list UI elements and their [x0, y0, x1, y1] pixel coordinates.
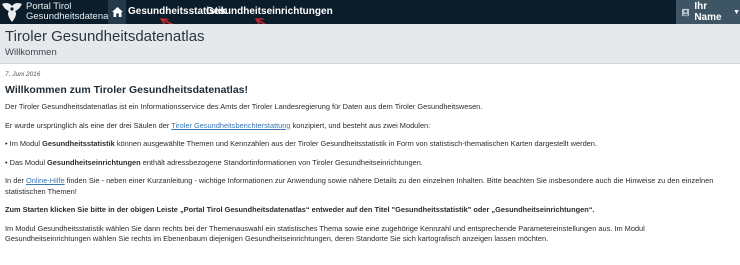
help-paragraph: In der Online-Hilfe finden Sie - neben e… — [5, 176, 730, 197]
chevron-down-icon: ▼ — [733, 8, 740, 16]
publish-date: 7. Juni 2016 — [5, 71, 41, 78]
brand-home-link[interactable]: Portal Tirol Gesundheitsdatenatlas — [0, 0, 123, 24]
berichterstattung-link[interactable]: Tiroler Gesundheitsberichterstattung — [171, 121, 290, 130]
nav-gesundheitseinrichtungen[interactable]: Gesundheitseinrichtungen — [206, 0, 333, 24]
user-name-label: Ihr Name — [694, 1, 722, 23]
intro-paragraph: Der Tiroler Gesundheitsdatenatlas ist ei… — [5, 102, 483, 111]
usage-paragraph: Im Modul Gesundheitsstatistik wählen Sie… — [5, 223, 645, 244]
help-text-a: In der — [5, 176, 26, 185]
page-title: Tiroler Gesundheitsdatenatlas — [5, 28, 205, 45]
main-content: 7. Juni 2016 Willkommen zum Tiroler Gesu… — [5, 71, 730, 253]
module-einrichtungen-text-b: enthält adressbezogene Standortinformati… — [140, 157, 423, 167]
user-icon — [682, 8, 690, 16]
module-einrichtungen-paragraph: • Das Modul Gesundheitseinrichtungen ent… — [5, 158, 730, 169]
nav-home-button[interactable] — [108, 0, 126, 24]
module-statistik-paragraph: • Im Modul Gesundheitsstatistik können a… — [5, 139, 730, 150]
start-instructions: Zum Starten klicken Sie bitte in der obi… — [5, 205, 730, 216]
top-navbar: Portal Tirol Gesundheitsdatenatlas Gesun… — [0, 0, 740, 24]
module-einrichtungen-text-a: • Das Modul — [5, 157, 48, 167]
module-einrichtungen-bold: Gesundheitseinrichtungen — [47, 157, 141, 167]
module-statistik-text-a: • Im Modul — [5, 139, 43, 148]
help-text-b: finden Sie - neben einer Kurzanleitung -… — [5, 176, 714, 196]
home-icon — [111, 7, 123, 17]
module-statistik-bold: Gesundheitsstatistik — [42, 139, 115, 148]
welcome-heading: Willkommen zum Tiroler Gesundheitsdatena… — [5, 84, 249, 96]
module-statistik-text-b: können ausgewählte Themen und Kennzahlen… — [114, 139, 597, 148]
origin-text-b: konzipiert, und besteht aus zwei Modulen… — [290, 120, 431, 130]
tirol-eagle-logo-icon — [2, 2, 22, 22]
start-instructions-text: Zum Starten klicken Sie bitte in der obi… — [5, 205, 595, 214]
origin-paragraph: Er wurde ursprünglich als eine der drei … — [5, 121, 730, 132]
origin-text-a: Er wurde ursprünglich als eine der drei … — [5, 120, 172, 130]
page-subtitle: Willkommen — [5, 47, 57, 58]
user-menu-button[interactable]: Ihr Name ▼ — [676, 0, 740, 24]
online-hilfe-link[interactable]: Online-Hilfe — [26, 176, 65, 185]
